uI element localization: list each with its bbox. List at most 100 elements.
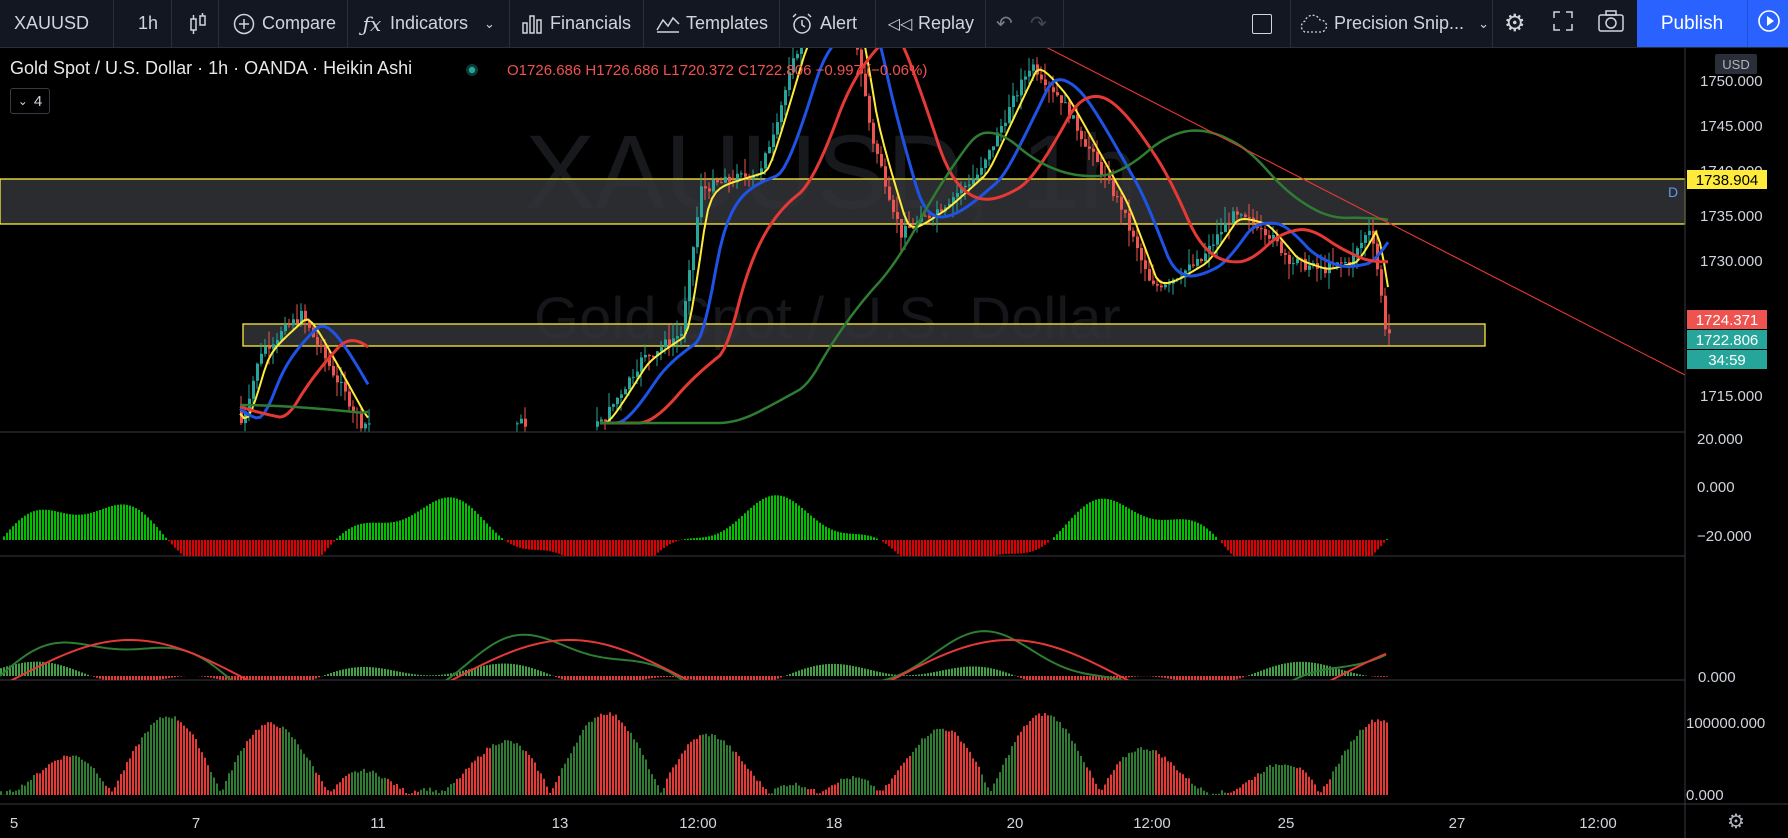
volume-bar bbox=[858, 777, 860, 795]
ema-mid-line[interactable] bbox=[239, 48, 1390, 425]
volume-bar bbox=[186, 728, 188, 795]
interval-button[interactable]: 1h bbox=[138, 0, 158, 47]
macd-histogram-bar bbox=[498, 663, 500, 676]
histogram-bar bbox=[993, 540, 995, 556]
axis-settings-icon[interactable]: ⚙ bbox=[1727, 811, 1745, 833]
histogram-bar bbox=[1254, 540, 1256, 556]
chart-canvas[interactable]: XAUUSD, 1h Gold Spot / U.S. Dollar 1750.… bbox=[0, 48, 1788, 838]
candle-body bbox=[1160, 285, 1163, 288]
macd-histogram-bar bbox=[840, 664, 842, 676]
support-zone[interactable] bbox=[242, 323, 1486, 347]
macd-histogram-bar bbox=[399, 671, 401, 676]
histogram-bar bbox=[423, 507, 425, 540]
histogram-bar bbox=[1119, 503, 1121, 540]
ohlc-values: O1726.686 H1726.686 L1720.372 C1722.806 … bbox=[507, 62, 928, 79]
macd-histogram-bar bbox=[345, 668, 347, 676]
histogram-bar bbox=[1167, 519, 1169, 540]
macd-histogram-bar bbox=[1299, 661, 1301, 676]
financials-button[interactable]: Financials bbox=[520, 0, 631, 47]
redo-button[interactable]: ↷ bbox=[1030, 0, 1047, 47]
histogram-bar bbox=[768, 496, 770, 540]
chevron-down-icon[interactable]: ⌄ bbox=[484, 16, 495, 32]
volume-bar bbox=[231, 770, 233, 795]
settings-button[interactable]: ⚙ bbox=[1504, 0, 1526, 47]
histogram-bar bbox=[441, 498, 443, 540]
macd-histogram-bar bbox=[267, 676, 269, 680]
layout-menu[interactable]: Precision Snip... ⌄ bbox=[1298, 0, 1489, 47]
macd-histogram-bar bbox=[375, 667, 377, 676]
macd-histogram-bar bbox=[555, 676, 557, 677]
candle-body bbox=[892, 199, 895, 213]
macd-histogram-bar bbox=[1083, 676, 1085, 680]
histogram-bar bbox=[1236, 540, 1238, 556]
histogram-bar bbox=[687, 538, 689, 540]
histogram-bar bbox=[1260, 540, 1262, 556]
histogram-bar bbox=[120, 504, 122, 540]
histogram-bar bbox=[444, 497, 446, 540]
volume-bar bbox=[255, 729, 257, 795]
volume-bar bbox=[540, 773, 542, 795]
volume-bar bbox=[108, 787, 110, 795]
histogram-bar bbox=[1257, 540, 1259, 556]
alert-button[interactable]: Alert bbox=[790, 0, 857, 47]
publish-button[interactable]: Publish bbox=[1637, 0, 1747, 47]
macd-histogram-bar bbox=[513, 664, 515, 676]
candle-body bbox=[1024, 76, 1027, 80]
volume-bar bbox=[477, 756, 479, 795]
play-button[interactable] bbox=[1747, 0, 1788, 47]
histogram-bar bbox=[486, 523, 488, 540]
volume-bar bbox=[900, 765, 902, 795]
histogram-bar bbox=[3, 536, 5, 540]
macd-histogram-bar bbox=[507, 663, 509, 676]
volume-bar bbox=[660, 792, 662, 795]
compare-button[interactable]: Compare bbox=[232, 0, 336, 47]
histogram-bar bbox=[39, 509, 41, 540]
macd-histogram-bar bbox=[561, 676, 563, 680]
price-axis[interactable]: 1750.0001745.0001740.0001735.0001730.000… bbox=[1686, 73, 1767, 804]
histogram-bar bbox=[105, 507, 107, 540]
macd-histogram-bar bbox=[1278, 664, 1280, 676]
screenshot-button[interactable] bbox=[1598, 0, 1624, 47]
resistance-zone[interactable] bbox=[0, 178, 1686, 225]
ema-fast-line[interactable] bbox=[239, 48, 1389, 424]
histogram-bar bbox=[114, 505, 116, 540]
symbol-search[interactable]: XAUUSD bbox=[14, 0, 89, 47]
macd-histogram-bar bbox=[648, 676, 650, 679]
signal-line[interactable] bbox=[0, 638, 1387, 712]
time-axis[interactable]: 5 7 11 13 12:00 18 20 12:00 25 27 12:00 bbox=[10, 815, 1617, 832]
histogram-bar bbox=[684, 539, 686, 540]
macd-histogram-bar bbox=[912, 675, 914, 676]
templates-button[interactable]: Templates bbox=[656, 0, 768, 47]
symbol-legend-title[interactable]: Gold Spot / U.S. Dollar · 1h · OANDA · H… bbox=[10, 58, 412, 79]
dividend-marker[interactable]: D bbox=[1668, 184, 1678, 200]
macd-histogram-bar bbox=[1020, 676, 1022, 679]
undo-button[interactable]: ↶ bbox=[996, 0, 1013, 47]
indicators-button[interactable]: ƒx Indicators ⌄ bbox=[360, 0, 495, 47]
volume-bar bbox=[192, 734, 194, 795]
macd-histogram-bar bbox=[1185, 676, 1187, 680]
histogram-bar bbox=[408, 516, 410, 540]
fullscreen-toggle-button[interactable] bbox=[1252, 0, 1272, 47]
volume-bar bbox=[75, 755, 77, 795]
oscillator-tick-label: 0.000 bbox=[1697, 479, 1735, 496]
volume-bar bbox=[717, 739, 719, 795]
ema-slow-line[interactable] bbox=[239, 48, 1389, 425]
macd-histogram-bar bbox=[501, 663, 503, 676]
histogram-bar bbox=[990, 540, 992, 556]
histogram-bar bbox=[9, 529, 11, 540]
market-status-icon[interactable] bbox=[465, 63, 479, 77]
volume-bar bbox=[474, 760, 476, 795]
fullscreen-button[interactable] bbox=[1553, 0, 1573, 47]
volume-bar bbox=[555, 782, 557, 795]
legend-collapse-button[interactable]: ⌄ 4 bbox=[10, 88, 50, 114]
histogram-bar bbox=[1101, 498, 1103, 540]
histogram-bar bbox=[1002, 540, 1004, 555]
replay-button[interactable]: ◁◁ Replay bbox=[888, 0, 974, 47]
histogram-bar bbox=[465, 503, 467, 540]
macd-histogram-bar bbox=[1131, 676, 1133, 677]
volume-bar bbox=[360, 770, 362, 795]
macd-histogram-bar bbox=[1233, 676, 1235, 680]
volume-bar bbox=[669, 772, 671, 795]
volume-bar bbox=[615, 714, 617, 795]
chart-type-button[interactable] bbox=[186, 0, 216, 47]
